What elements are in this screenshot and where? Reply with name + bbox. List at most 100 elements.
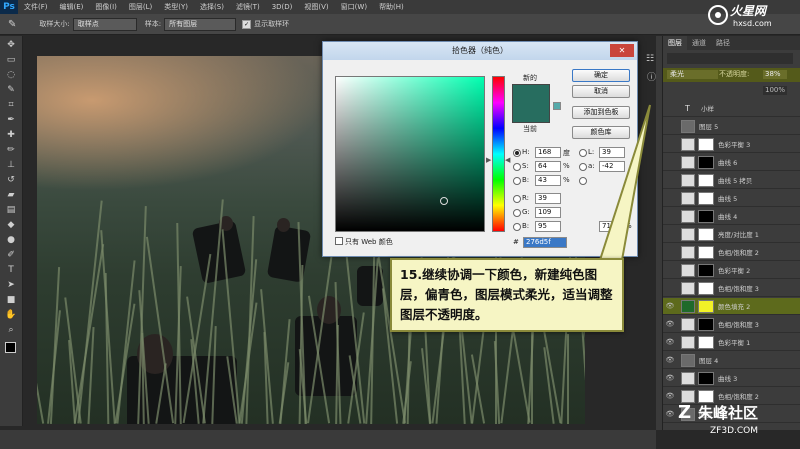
sample-select[interactable]: 所有图层 bbox=[164, 17, 237, 31]
fill-field[interactable]: 100% bbox=[763, 86, 787, 95]
color-marker[interactable] bbox=[440, 197, 448, 205]
menu-item[interactable]: 3D(D) bbox=[266, 0, 299, 14]
layer-thumbnail[interactable] bbox=[681, 245, 695, 259]
layer-mask-thumbnail[interactable] bbox=[698, 245, 714, 259]
visibility-eye-icon[interactable]: 👁 bbox=[665, 392, 675, 400]
layer-mask-thumbnail[interactable] bbox=[698, 335, 714, 349]
brush-icon[interactable]: ✏ bbox=[4, 144, 18, 156]
layer-mask-thumbnail[interactable] bbox=[698, 227, 714, 241]
hand-icon[interactable]: ✋ bbox=[4, 309, 18, 321]
lasso-icon[interactable]: ◌ bbox=[4, 69, 18, 81]
layer-row[interactable]: 色彩平衡 3 bbox=[663, 136, 800, 153]
menu-item[interactable]: 视图(V) bbox=[298, 0, 334, 14]
blue-radio[interactable] bbox=[513, 223, 521, 231]
layer-thumbnail[interactable] bbox=[681, 209, 695, 223]
menu-item[interactable]: 图像(I) bbox=[89, 0, 123, 14]
layer-thumbnail[interactable] bbox=[681, 299, 695, 313]
crop-icon[interactable]: ⌗ bbox=[4, 99, 18, 111]
visibility-eye-icon[interactable]: 👁 bbox=[665, 302, 675, 310]
visibility-eye-icon[interactable]: 👁 bbox=[665, 320, 675, 328]
layer-thumbnail[interactable] bbox=[681, 155, 695, 169]
layer-row[interactable]: 曲线 5 bbox=[663, 190, 800, 207]
close-icon[interactable]: ✕ bbox=[610, 44, 634, 57]
history-brush-icon[interactable]: ↺ bbox=[4, 174, 18, 186]
layer-thumbnail[interactable] bbox=[681, 335, 695, 349]
layers-tab[interactable]: 路径 bbox=[711, 36, 735, 50]
eyedropper-icon[interactable]: ✒ bbox=[4, 114, 18, 126]
layer-mask-thumbnail[interactable] bbox=[698, 317, 714, 331]
opacity-field[interactable]: 38% bbox=[763, 70, 787, 79]
blue-field[interactable]: 95 bbox=[535, 221, 561, 232]
layer-thumbnail[interactable] bbox=[681, 317, 695, 331]
layer-mask-thumbnail[interactable] bbox=[698, 173, 714, 187]
b-field[interactable]: 43 bbox=[535, 175, 561, 186]
ok-button[interactable]: 确定 bbox=[572, 69, 630, 82]
b-radio[interactable] bbox=[513, 177, 521, 185]
menu-item[interactable]: 文件(F) bbox=[18, 0, 54, 14]
s-field[interactable]: 64 bbox=[535, 161, 561, 172]
menu-item[interactable]: 选择(S) bbox=[194, 0, 230, 14]
saturation-brightness-field[interactable] bbox=[335, 76, 485, 232]
layer-row[interactable]: 👁 曲线 3 bbox=[663, 370, 800, 387]
layer-thumbnail[interactable] bbox=[681, 137, 695, 151]
r-radio[interactable] bbox=[513, 195, 521, 203]
layer-row[interactable]: 色相/饱和度 2 bbox=[663, 244, 800, 261]
layer-row[interactable]: 👁 颜色填充 2 bbox=[663, 298, 800, 315]
visibility-eye-icon[interactable]: 👁 bbox=[665, 338, 675, 346]
layer-mask-thumbnail[interactable] bbox=[698, 281, 714, 295]
layers-tab[interactable]: 图层 bbox=[663, 36, 687, 50]
s-radio[interactable] bbox=[513, 163, 521, 171]
dodge-icon[interactable]: ● bbox=[4, 234, 18, 246]
layer-filter[interactable] bbox=[667, 53, 793, 64]
foreground-color-swatch[interactable] bbox=[5, 342, 16, 353]
g-field[interactable]: 109 bbox=[535, 207, 561, 218]
type-icon[interactable]: T bbox=[4, 264, 18, 276]
g-radio[interactable] bbox=[513, 209, 521, 217]
layer-row[interactable]: 图层 5 bbox=[663, 118, 800, 135]
layer-mask-thumbnail[interactable] bbox=[698, 209, 714, 223]
blend-mode-select[interactable]: 柔光 bbox=[667, 70, 718, 79]
layer-thumbnail[interactable] bbox=[681, 191, 695, 205]
layer-thumbnail[interactable] bbox=[681, 353, 695, 367]
path-select-icon[interactable]: ➤ bbox=[4, 279, 18, 291]
zoom-icon[interactable]: ⌕ bbox=[4, 324, 18, 336]
layer-row[interactable]: 曲线 5 拷贝 bbox=[663, 172, 800, 189]
quick-select-icon[interactable]: ✎ bbox=[4, 84, 18, 96]
layer-row[interactable]: 亮度/对比度 1 bbox=[663, 226, 800, 243]
layers-tab[interactable]: 通道 bbox=[687, 36, 711, 50]
layer-row[interactable]: 色彩平衡 2 bbox=[663, 262, 800, 279]
move-icon[interactable]: ✥ bbox=[4, 39, 18, 51]
layer-row[interactable]: 👁 图层 4 bbox=[663, 352, 800, 369]
stamp-icon[interactable]: ⊥ bbox=[4, 159, 18, 171]
gradient-icon[interactable]: ▤ bbox=[4, 204, 18, 216]
layer-thumbnail[interactable] bbox=[681, 119, 695, 133]
visibility-eye-icon[interactable]: 👁 bbox=[665, 374, 675, 382]
h-radio[interactable] bbox=[513, 149, 521, 157]
info-icon[interactable]: ⓘ bbox=[647, 70, 656, 83]
menu-item[interactable]: 滤镜(T) bbox=[230, 0, 266, 14]
hue-slider[interactable] bbox=[492, 76, 505, 232]
visibility-eye-icon[interactable]: 👁 bbox=[665, 410, 675, 418]
sample-size-select[interactable]: 取样点 bbox=[72, 17, 137, 31]
web-colors-checkbox[interactable] bbox=[335, 237, 343, 245]
layer-thumbnail[interactable] bbox=[681, 281, 695, 295]
hue-arrow-left-icon[interactable]: ▶ bbox=[486, 156, 491, 164]
layer-row[interactable]: T 小样 bbox=[663, 100, 800, 117]
menu-item[interactable]: 帮助(H) bbox=[373, 0, 410, 14]
layer-mask-thumbnail[interactable] bbox=[698, 299, 714, 313]
layer-thumbnail[interactable] bbox=[681, 173, 695, 187]
layer-row[interactable]: 👁 色相/饱和度 3 bbox=[663, 316, 800, 333]
layer-thumbnail[interactable] bbox=[681, 371, 695, 385]
layer-row[interactable]: 色相/饱和度 3 bbox=[663, 280, 800, 297]
healing-icon[interactable]: ✚ bbox=[4, 129, 18, 141]
h-field[interactable]: 168 bbox=[535, 147, 561, 158]
hue-arrow-right-icon[interactable]: ◀ bbox=[505, 156, 510, 164]
layer-mask-thumbnail[interactable] bbox=[698, 155, 714, 169]
current-color-swatch[interactable] bbox=[512, 122, 550, 123]
blur-icon[interactable]: ◆ bbox=[4, 219, 18, 231]
menu-item[interactable]: 窗口(W) bbox=[335, 0, 373, 14]
pen-icon[interactable]: ✐ bbox=[4, 249, 18, 261]
layer-mask-thumbnail[interactable] bbox=[698, 371, 714, 385]
layer-row[interactable]: 曲线 6 bbox=[663, 154, 800, 171]
layer-thumbnail[interactable] bbox=[681, 227, 695, 241]
